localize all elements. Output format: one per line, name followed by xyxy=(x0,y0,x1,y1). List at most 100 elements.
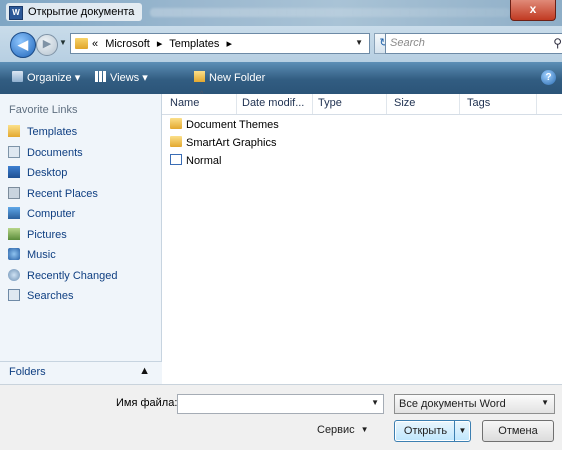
music-icon xyxy=(8,248,20,260)
address-dropdown-icon[interactable]: ▼ xyxy=(355,38,363,47)
folders-toggle[interactable]: Folders ▲ xyxy=(0,361,162,384)
filename-input[interactable]: ▼ xyxy=(177,394,384,414)
new-folder-button[interactable]: New Folder xyxy=(194,71,265,84)
nav-item-label: Templates xyxy=(27,126,78,138)
recent-places-icon xyxy=(8,187,20,199)
navigation-pane: Favorite Links Templates Documents Deskt… xyxy=(0,94,162,384)
chevron-down-icon: ▼ xyxy=(360,425,369,434)
nav-item-label: Recent Places xyxy=(27,188,98,200)
nav-item-desktop[interactable]: Desktop xyxy=(8,166,67,184)
breadcrumb-overflow[interactable]: « xyxy=(92,38,98,50)
address-row: ◀ ▶ ▼ « Microsoft ▸ Templates ▸ ▼ ↻ Sear… xyxy=(0,26,562,62)
chevron-down-icon[interactable]: ▼ xyxy=(371,398,379,407)
tools-label: Сервис xyxy=(317,424,355,436)
nav-item-label: Computer xyxy=(27,208,76,220)
cancel-button[interactable]: Отмена xyxy=(482,420,554,442)
column-name[interactable]: Name xyxy=(170,97,199,109)
nav-item-label: Searches xyxy=(27,290,74,302)
bottom-panel: Имя файла: ▼ Все документы Word ▼ Сервис… xyxy=(0,384,562,450)
file-row-smartart-graphics[interactable]: SmartArt Graphics xyxy=(170,136,276,154)
column-divider[interactable] xyxy=(236,94,237,114)
organize-button[interactable]: Organize ▾ xyxy=(12,71,80,84)
nav-item-recently-changed[interactable]: Recently Changed xyxy=(8,269,118,287)
nav-item-music[interactable]: Music xyxy=(8,248,56,266)
address-bar[interactable]: « Microsoft ▸ Templates ▸ ▼ xyxy=(70,33,370,54)
back-button[interactable]: ◀ xyxy=(10,32,36,58)
documents-icon xyxy=(8,146,20,158)
file-name: Document Themes xyxy=(186,119,279,131)
favorite-links-heading: Favorite Links xyxy=(9,104,78,116)
open-document-dialog: Открытие документа W x ◀ ▶ ▼ « Microsoft… xyxy=(0,0,562,450)
recently-changed-icon xyxy=(8,269,20,281)
breadcrumb-templates[interactable]: Templates xyxy=(169,38,219,50)
nav-item-label: Desktop xyxy=(27,167,68,179)
recent-pages-dropdown[interactable]: ▼ xyxy=(59,38,67,47)
file-name: Normal xyxy=(186,155,222,167)
breadcrumb-separator[interactable]: ▸ xyxy=(157,38,163,50)
folder-icon xyxy=(170,118,182,129)
open-label: Открыть xyxy=(403,425,448,437)
folder-icon xyxy=(170,136,182,147)
column-tags[interactable]: Tags xyxy=(467,97,490,109)
close-button[interactable]: x xyxy=(510,0,556,21)
word-template-icon xyxy=(170,154,182,165)
column-type[interactable]: Type xyxy=(318,97,342,109)
breadcrumb: « Microsoft ▸ Templates ▸ xyxy=(92,37,236,50)
nav-item-recent-places[interactable]: Recent Places xyxy=(8,187,98,205)
column-size[interactable]: Size xyxy=(394,97,415,109)
computer-icon xyxy=(8,207,20,219)
nav-item-label: Pictures xyxy=(27,229,67,241)
views-button[interactable]: Views ▾ xyxy=(95,71,148,84)
title-bar: Открытие документа W x xyxy=(0,0,562,26)
sort-arrow-icon: ^ xyxy=(200,91,204,98)
folder-icon xyxy=(75,38,88,49)
column-headers: Name ^ Date modif... Type Size Tags xyxy=(162,91,562,115)
organize-icon xyxy=(12,71,23,82)
chevron-down-icon: ▼ xyxy=(541,398,549,407)
column-divider[interactable] xyxy=(536,94,537,114)
chevron-up-icon: ▲ xyxy=(139,365,150,377)
nav-item-templates[interactable]: Templates xyxy=(8,125,77,143)
nav-item-searches[interactable]: Searches xyxy=(8,289,73,307)
nav-item-documents[interactable]: Documents xyxy=(8,146,83,164)
file-row-document-themes[interactable]: Document Themes xyxy=(170,118,279,136)
file-type-select[interactable]: Все документы Word ▼ xyxy=(394,394,555,414)
views-icon xyxy=(95,71,106,82)
nav-item-computer[interactable]: Computer xyxy=(8,207,75,225)
nav-item-label: Recently Changed xyxy=(27,270,118,282)
desktop-icon xyxy=(8,166,20,178)
views-label: Views ▾ xyxy=(110,72,148,84)
nav-item-label: Documents xyxy=(27,147,83,159)
nav-item-label: Music xyxy=(27,249,56,261)
pictures-icon xyxy=(8,228,20,240)
file-name: SmartArt Graphics xyxy=(186,137,277,149)
search-input[interactable]: Search ⚲ xyxy=(385,33,562,54)
folders-label: Folders xyxy=(9,366,46,378)
nav-item-pictures[interactable]: Pictures xyxy=(8,228,67,246)
tools-button[interactable]: Сервис ▼ xyxy=(317,424,369,436)
forward-button[interactable]: ▶ xyxy=(36,34,58,56)
word-app-icon: W xyxy=(9,6,23,20)
window-title-text: Открытие документа xyxy=(28,6,135,18)
open-button[interactable]: Открыть ▼ xyxy=(394,420,471,442)
command-bar: Organize ▾ Views ▾ New Folder ? xyxy=(0,62,562,94)
column-divider[interactable] xyxy=(386,94,387,114)
search-placeholder: Search xyxy=(390,37,425,49)
file-row-normal[interactable]: Normal xyxy=(170,154,221,172)
file-type-value: Все документы Word xyxy=(399,398,506,410)
breadcrumb-separator[interactable]: ▸ xyxy=(226,38,232,50)
column-date-modified[interactable]: Date modif... xyxy=(242,97,304,109)
column-divider[interactable] xyxy=(312,94,313,114)
breadcrumb-microsoft[interactable]: Microsoft xyxy=(105,38,150,50)
new-folder-icon xyxy=(194,71,205,82)
search-icon[interactable]: ⚲ xyxy=(553,36,562,50)
filename-label: Имя файла: xyxy=(116,397,178,409)
file-list: Name ^ Date modif... Type Size Tags Docu… xyxy=(162,91,562,384)
new-folder-label: New Folder xyxy=(209,72,266,84)
open-options-dropdown[interactable]: ▼ xyxy=(454,421,470,441)
window-title: Открытие документа xyxy=(6,3,143,21)
folder-icon xyxy=(8,125,20,137)
help-icon[interactable]: ? xyxy=(541,70,556,85)
column-divider[interactable] xyxy=(459,94,460,114)
organize-label: Organize ▾ xyxy=(27,72,81,84)
